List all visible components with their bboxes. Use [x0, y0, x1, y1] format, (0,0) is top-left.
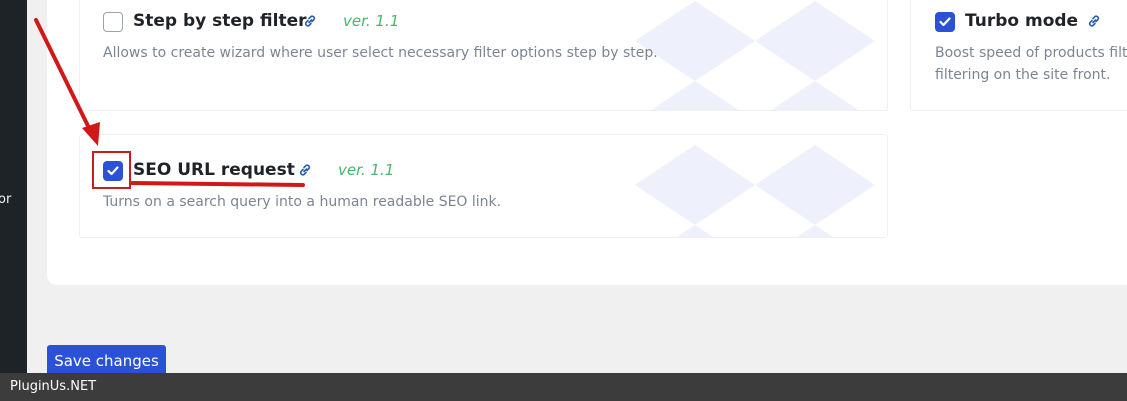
extension-title: Step by step filter [133, 11, 307, 31]
turbo-mode-checkbox[interactable] [935, 12, 955, 32]
extension-description: Turns on a search query into a human rea… [103, 194, 502, 210]
dropbox-watermark-icon [635, 135, 875, 237]
extension-description: Allows to create wizard where user selec… [103, 45, 658, 61]
extension-version: ver. 1.1 [343, 12, 400, 30]
extension-title: Turbo mode [965, 11, 1079, 31]
annotation-highlight-box [92, 151, 131, 189]
link-icon[interactable] [1086, 13, 1102, 29]
extension-card-seo-url-request [79, 134, 888, 238]
extension-description-line: Boost speed of products filte [935, 45, 1127, 61]
footer-brand: PluginUs.NET [10, 379, 97, 394]
footer-bar: PluginUs.NET [0, 373, 1127, 401]
extension-title: SEO URL request [133, 160, 295, 180]
link-icon[interactable] [297, 162, 313, 178]
extension-description-line: filtering on the site front. [935, 67, 1111, 83]
checkmark-icon [939, 17, 951, 27]
extension-version: ver. 1.1 [338, 161, 395, 179]
admin-sidebar: or [0, 0, 27, 373]
link-icon[interactable] [302, 13, 318, 29]
sidebar-item-label[interactable]: or [0, 192, 11, 207]
dropbox-watermark-icon [635, 0, 875, 110]
step-by-step-checkbox[interactable] [103, 12, 123, 32]
